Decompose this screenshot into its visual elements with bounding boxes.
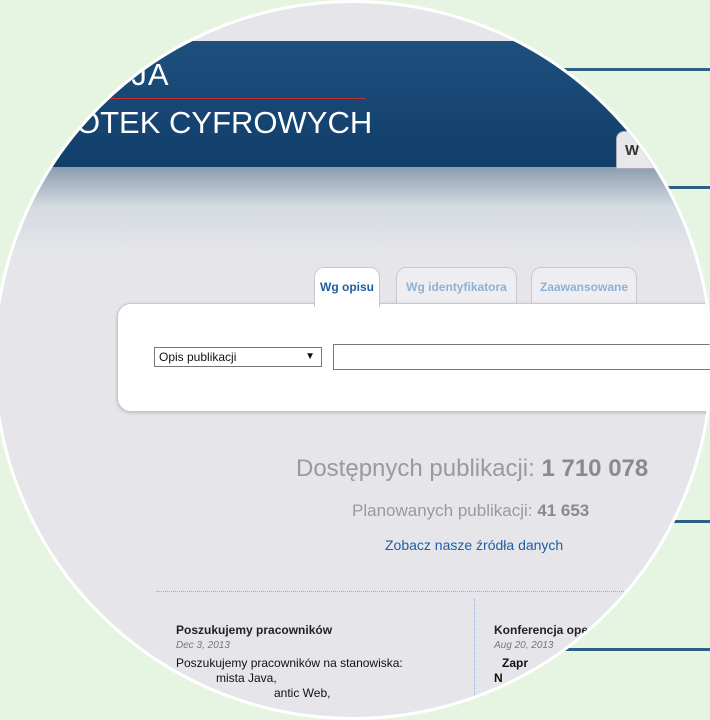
tab-zaawansowane[interactable]: Zaawansowane xyxy=(531,267,637,305)
planned-publications: Planowanych publikacji: 41 653 xyxy=(352,501,589,521)
news-line: antic Web, xyxy=(274,686,331,700)
chevron-down-icon: ▼ xyxy=(305,351,315,362)
data-sources-link[interactable]: Zobacz nasze źródła danych xyxy=(385,537,563,553)
logo-rule xyxy=(66,98,366,99)
available-publications: Dostępnych publikacji: 1 710 078 xyxy=(296,455,648,483)
header-shadow xyxy=(0,167,710,257)
news-date-jobs: Dec 3, 2013 xyxy=(176,640,230,651)
news-line: mista Java, xyxy=(216,671,277,685)
header-nav-tab[interactable]: W xyxy=(616,131,710,169)
header-nav-tab-label: W xyxy=(625,142,640,159)
page-viewport: CJA OTEK CYFROWYCH W Wg opisu Wg identyf… xyxy=(0,3,710,717)
news-title-conference[interactable]: Konferencja ope xyxy=(494,623,588,637)
search-input[interactable] xyxy=(333,344,710,370)
section-divider xyxy=(156,591,710,592)
zoom-lens: CJA OTEK CYFROWYCH W Wg opisu Wg identyf… xyxy=(0,0,710,720)
news-line: Poszukujemy pracowników na stanowiska: xyxy=(176,656,403,670)
news-title-jobs[interactable]: Poszukujemy pracowników xyxy=(176,623,332,637)
search-field-select-value: Opis publikacji xyxy=(159,350,237,364)
news-line: N xyxy=(494,671,503,685)
news-line: Zapr xyxy=(502,656,529,670)
logo-text-top: CJA xyxy=(108,57,170,92)
search-field-select[interactable]: Opis publikacji ▼ xyxy=(154,347,322,367)
available-label: Dostępnych publikacji: xyxy=(296,455,535,482)
planned-count: 41 653 xyxy=(537,501,590,520)
available-count: 1 710 078 xyxy=(541,455,649,482)
site-header xyxy=(0,41,710,167)
news-body-conference: Zapr N xyxy=(494,656,528,686)
news-date-conference: Aug 20, 2013 xyxy=(494,640,554,651)
news-body-jobs: Poszukujemy pracowników na stanowiska: m… xyxy=(176,656,403,701)
tab-wg-identyfikatora[interactable]: Wg identyfikatora xyxy=(396,267,517,305)
logo-text-bottom: OTEK CYFROWYCH xyxy=(76,105,373,140)
tab-wg-opisu[interactable]: Wg opisu xyxy=(314,267,380,307)
column-divider xyxy=(474,599,475,717)
planned-label: Planowanych publikacji: xyxy=(352,501,533,520)
